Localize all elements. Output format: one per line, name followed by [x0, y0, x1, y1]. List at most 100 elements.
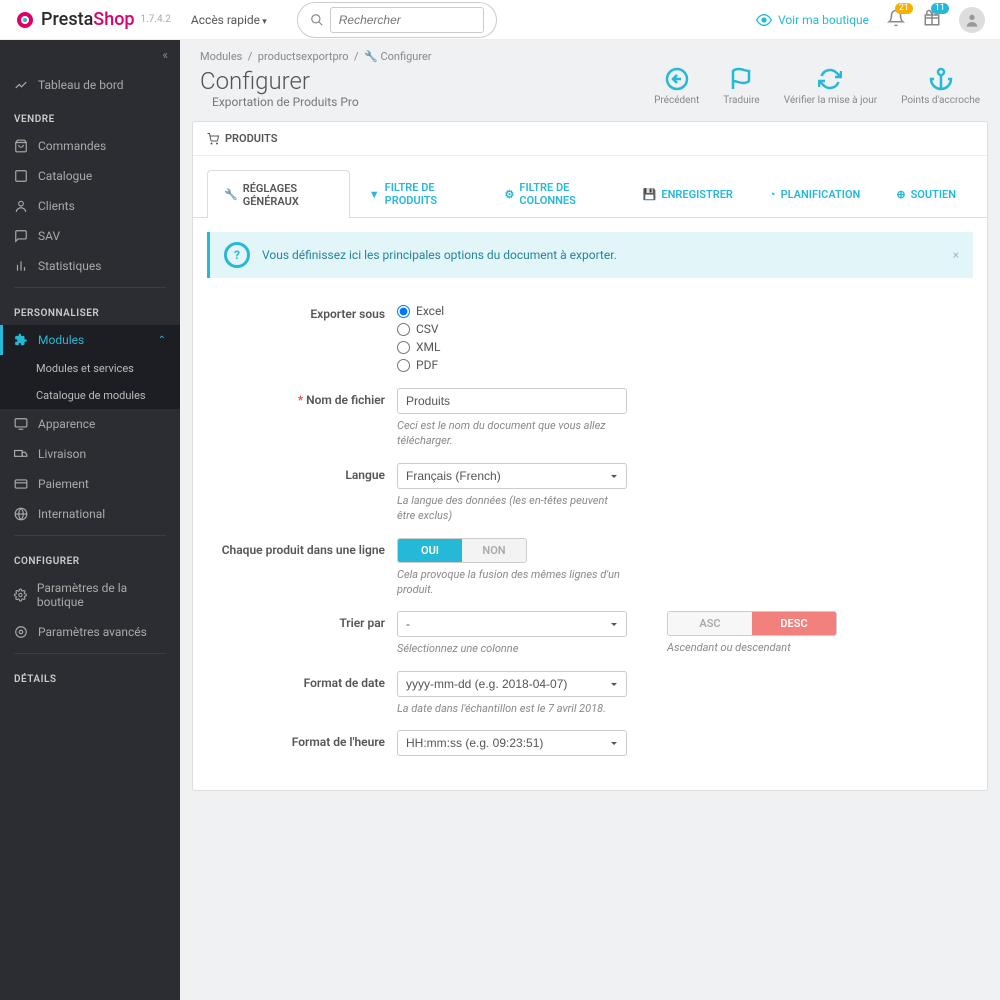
one-row-help: Cela provoque la fusion des mêmes lignes…: [397, 567, 627, 598]
page-subtitle: Exportation de Produits Pro: [200, 95, 359, 109]
sliders-icon: [14, 625, 28, 639]
chat-icon: [14, 229, 28, 243]
action-back[interactable]: Précédent: [654, 67, 699, 106]
sidebar-advanced[interactable]: Paramètres avancés: [0, 617, 180, 647]
bc-modules[interactable]: Modules: [200, 50, 242, 63]
monitor-icon: [14, 417, 28, 431]
sort-dir-help: Ascendant ou descendant: [667, 640, 837, 655]
eye-icon: [756, 12, 772, 28]
brand-icon: [15, 10, 35, 30]
sidebar-design[interactable]: Apparence: [0, 409, 180, 439]
action-translate[interactable]: Traduire: [723, 67, 759, 106]
radio-xml[interactable]: XML: [397, 338, 627, 356]
info-close[interactable]: ×: [953, 248, 959, 262]
truck-icon: [14, 447, 28, 461]
version: 1.7.4.2: [141, 14, 171, 25]
clock-icon: ◔: [769, 188, 776, 201]
language-help: La langue des données (les en-têtes peuv…: [397, 493, 627, 524]
switch-no[interactable]: NON: [462, 539, 526, 562]
sidebar-modules-services[interactable]: Modules et services: [0, 355, 180, 382]
radio-pdf[interactable]: PDF: [397, 356, 627, 374]
user-avatar[interactable]: [959, 7, 985, 33]
brand-text-2: Shop: [93, 9, 134, 30]
radio-excel[interactable]: Excel: [397, 302, 627, 320]
save-icon: 💾: [643, 188, 657, 201]
time-fmt-select[interactable]: HH:mm:ss (e.g. 09:23:51): [397, 730, 627, 756]
radio-csv[interactable]: CSV: [397, 320, 627, 338]
label-one-row: Chaque produit dans une ligne: [207, 538, 397, 557]
info-icon: ?: [224, 242, 250, 268]
sort-select[interactable]: -: [397, 611, 627, 637]
tab-bar: 🔧RÉGLAGES GÉNÉRAUX ▼FILTRE DE PRODUITS ⚙…: [193, 170, 987, 218]
label-sort: Trier par: [207, 611, 397, 630]
info-text: Vous définissez ici les principales opti…: [262, 248, 617, 262]
notif-badge-1: 21: [895, 3, 913, 14]
main-content: Modules / productsexportpro / 🔧 Configur…: [180, 40, 1000, 1000]
date-fmt-select[interactable]: yyyy-mm-dd (e.g. 2018-04-07): [397, 671, 627, 697]
general-form: Exporter sous Excel CSV XML PDF * Nom de…: [193, 292, 987, 790]
trend-icon: [14, 78, 28, 92]
help-icon: ⊕: [896, 188, 905, 201]
flag-icon: [729, 67, 753, 91]
user-icon: [14, 199, 28, 213]
filter-icon: ▼: [369, 188, 380, 201]
top-bar: PrestaShop 1.7.4.2 Accès rapide Voir ma …: [0, 0, 1000, 40]
tab-product-filter[interactable]: ▼FILTRE DE PRODUITS: [352, 170, 486, 217]
tag-icon: [14, 169, 28, 183]
sidebar: « Tableau de bord VENDRE Commandes Catal…: [0, 40, 180, 1000]
sidebar-stats[interactable]: Statistiques: [0, 251, 180, 281]
sidebar-modules[interactable]: Modules⌃: [0, 325, 180, 355]
tab-schedule[interactable]: ◔PLANIFICATION: [752, 170, 877, 217]
label-filename: * Nom de fichier: [207, 388, 397, 407]
notif-badge-2: 11: [931, 3, 949, 14]
bc-page: Configurer: [380, 50, 431, 63]
sort-desc[interactable]: DESC: [752, 612, 836, 635]
brand-logo[interactable]: PrestaShop 1.7.4.2: [15, 9, 171, 30]
cart-notifs[interactable]: 11: [923, 9, 941, 31]
page-title: Configurer: [200, 67, 359, 95]
search-input[interactable]: [330, 7, 484, 33]
tab-save[interactable]: 💾ENREGISTRER: [626, 170, 750, 217]
filename-help: Ceci est le nom du document que vous all…: [397, 418, 627, 449]
sidebar-dashboard[interactable]: Tableau de bord: [0, 70, 180, 100]
view-shop-link[interactable]: Voir ma boutique: [756, 12, 869, 28]
language-select[interactable]: Français (French): [397, 463, 627, 489]
sidebar-shipping[interactable]: Livraison: [0, 439, 180, 469]
info-alert: ? Vous définissez ici les principales op…: [207, 232, 973, 278]
back-icon: [665, 67, 689, 91]
search-box[interactable]: [297, 2, 497, 38]
sort-direction[interactable]: ASC DESC: [667, 611, 837, 636]
sidebar-sav[interactable]: SAV: [0, 221, 180, 251]
breadcrumb: Modules / productsexportpro / 🔧 Configur…: [180, 40, 1000, 67]
sidebar-collapse[interactable]: «: [0, 40, 180, 70]
sidebar-customers[interactable]: Clients: [0, 191, 180, 221]
label-export-as: Exporter sous: [207, 302, 397, 321]
quick-access-menu[interactable]: Accès rapide: [191, 13, 267, 27]
tab-general[interactable]: 🔧RÉGLAGES GÉNÉRAUX: [207, 170, 350, 218]
section-configure: CONFIGURER: [0, 542, 180, 573]
section-sell: VENDRE: [0, 100, 180, 131]
bc-module-name[interactable]: productsexportpro: [258, 50, 349, 63]
sidebar-shop-params[interactable]: Paramètres de la boutique: [0, 573, 180, 617]
search-icon: [310, 13, 324, 27]
one-row-switch[interactable]: OUI NON: [397, 538, 527, 563]
sort-asc[interactable]: ASC: [668, 612, 752, 635]
sidebar-international[interactable]: International: [0, 499, 180, 529]
tab-support[interactable]: ⊕SOUTIEN: [879, 170, 973, 217]
section-details: DÉTAILS: [0, 660, 180, 691]
sidebar-catalog[interactable]: Catalogue: [0, 161, 180, 191]
tab-column-filter[interactable]: ⚙FILTRE DE COLONNES: [488, 170, 624, 217]
sidebar-orders[interactable]: Commandes: [0, 131, 180, 161]
action-check-update[interactable]: Vérifier la mise à jour: [784, 67, 877, 106]
gear-icon: [14, 588, 27, 602]
cart-icon: [207, 133, 219, 145]
action-hooks[interactable]: Points d'accroche: [901, 67, 980, 106]
sidebar-payment[interactable]: Paiement: [0, 469, 180, 499]
panel-heading: PRODUITS: [193, 122, 987, 156]
sidebar-modules-catalog[interactable]: Catalogue de modules: [0, 382, 180, 409]
system-notifs[interactable]: 21: [887, 9, 905, 31]
sort-help: Sélectionnez une colonne: [397, 641, 627, 656]
switch-yes[interactable]: OUI: [398, 539, 462, 562]
filename-input[interactable]: [397, 388, 627, 414]
anchor-icon: [929, 67, 953, 91]
